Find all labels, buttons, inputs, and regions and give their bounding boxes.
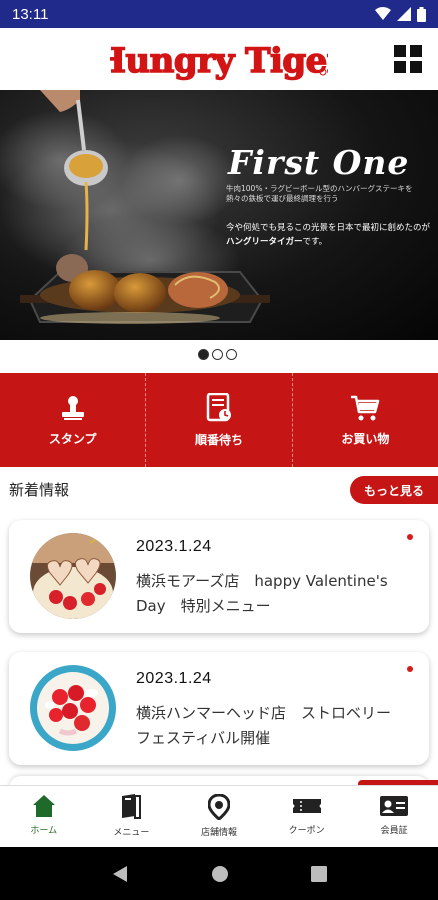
nav-member-card-label: 会員証 [380, 826, 408, 836]
queue-ticket-icon [206, 392, 231, 421]
unread-dot [407, 666, 413, 672]
back-icon[interactable] [111, 865, 129, 883]
nav-home-label: ホーム [30, 826, 58, 836]
banner-text-highlight: ハングリータイガー [226, 237, 303, 247]
banner-text-part1: 今や何処でも見るこの光景を日本で最初に創めたのが [226, 223, 431, 233]
news-date: 2023.1.24 [136, 670, 212, 687]
banner-text-part2: です。 [302, 237, 328, 247]
nav-member-card[interactable]: 会員証 [350, 786, 438, 847]
news-thumbnail-valentine [30, 533, 116, 619]
news-text: 横浜ハンマーヘッド店 ストロベリーフェスティバル開催 [136, 704, 392, 747]
location-pin-icon [207, 794, 230, 820]
nav-store-info-label: 店舗情報 [200, 828, 237, 838]
grid-menu-icon[interactable] [394, 45, 422, 73]
stamp-button[interactable]: スタンプ [0, 373, 145, 467]
banner-subtitle: 牛肉100%・ラグビーボール型のハンバーグステーキを熱々の鉄板で運び最終調理を行… [226, 184, 413, 203]
shopping-button[interactable]: お買い物 [291, 373, 438, 467]
menu-book-icon [122, 794, 142, 819]
svg-text:Hungry Tiger: Hungry Tiger [110, 41, 328, 81]
nav-home[interactable]: ホーム [0, 786, 88, 847]
hungry-tiger-logo: Hungry Tiger [110, 40, 328, 82]
system-nav-bar [0, 847, 438, 900]
stamp-icon [61, 395, 84, 420]
queue-label: 順番待ち [194, 432, 243, 447]
nav-menu[interactable]: メニュー [88, 786, 176, 847]
banner-text: 今や何処でも見るこの光景を日本で最初に創めたのがハングリータイガーです。 [226, 221, 436, 249]
signal-icon [397, 7, 411, 21]
carousel-dot-1[interactable] [198, 349, 209, 360]
status-bar: 13:11 [0, 0, 438, 28]
quick-actions: スタンプ 順番待ち お買い物 [0, 373, 438, 467]
see-more-button[interactable]: もっと見る [350, 476, 438, 504]
home-icon [32, 795, 55, 817]
news-card[interactable]: 2023.1.24 横浜ハンマーヘッド店 ストロベリーフェスティバル開催 [9, 652, 429, 765]
nav-coupon-label: クーポン [288, 826, 325, 836]
queue-button[interactable]: 順番待ち [145, 373, 291, 467]
news-card[interactable]: 2023.1.24 横浜モアーズ店 happy Valentine's Day … [9, 520, 429, 633]
banner-title: First One [228, 143, 410, 182]
bottom-nav: ホーム メニュー 店舗情報 クーポン 会員証 [0, 785, 438, 847]
app-screen: 13:11 Hungry Tiger [0, 0, 438, 900]
carousel-dots [198, 349, 237, 360]
shopping-label: お買い物 [341, 431, 390, 446]
home-button-icon[interactable] [211, 865, 229, 883]
news-thumbnail-strawberry [30, 665, 116, 751]
status-icons [375, 6, 426, 22]
app-header: Hungry Tiger [0, 28, 438, 90]
carousel-dot-3[interactable] [226, 349, 237, 360]
nav-coupon[interactable]: クーポン [263, 786, 351, 847]
recents-icon[interactable] [311, 865, 327, 882]
news-section-title: 新着情報 [9, 481, 70, 499]
carousel-dot-2[interactable] [212, 349, 223, 360]
status-time: 13:11 [12, 5, 49, 23]
unread-dot [407, 534, 413, 540]
banner-food-image [0, 90, 270, 324]
wifi-icon [375, 7, 391, 20]
battery-icon [417, 6, 426, 22]
nav-menu-label: メニュー [113, 828, 150, 838]
news-date: 2023.1.24 [136, 538, 212, 555]
coupon-ticket-icon [292, 799, 321, 813]
nav-store-info[interactable]: 店舗情報 [175, 786, 263, 847]
cart-icon [351, 395, 380, 420]
hero-banner[interactable]: First One 牛肉100%・ラグビーボール型のハンバーグステーキを熱々の鉄… [0, 90, 438, 340]
member-card-icon [380, 796, 409, 816]
stamp-label: スタンプ [48, 431, 97, 446]
news-text: 横浜モアーズ店 happy Valentine's Day 特別メニュー [136, 572, 388, 615]
